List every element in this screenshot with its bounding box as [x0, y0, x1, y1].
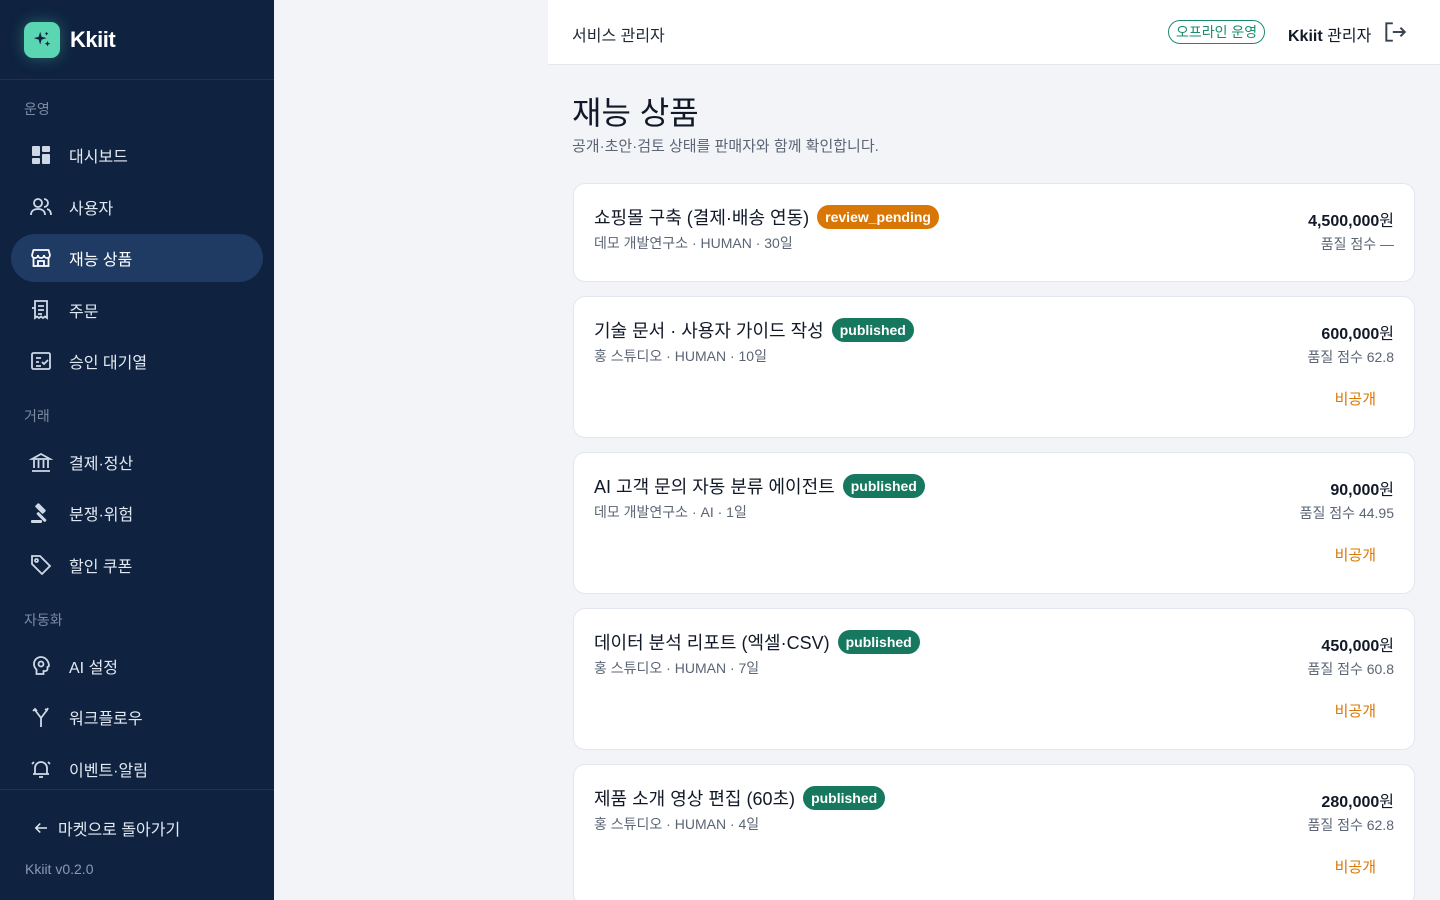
sidebar-item-workflow[interactable]: 워크플로우 — [11, 693, 263, 741]
product-card[interactable]: 쇼핑몰 구축 (결제·배송 연동) review_pending 데모 개발연구… — [573, 183, 1415, 282]
brand-name: Kkiit — [70, 26, 116, 52]
alarm-icon — [28, 756, 54, 782]
quality-score: 품질 점수 62.8 — [1307, 817, 1394, 833]
dashboard-icon — [28, 142, 54, 168]
price-currency: 원 — [1379, 482, 1394, 499]
status-badge: review_pending — [817, 205, 939, 229]
status-badge: published — [803, 786, 886, 810]
product-meta: 데모 개발연구소 · AI · 1일 — [594, 504, 747, 520]
price-value: 4,500,000 — [1308, 213, 1380, 230]
product-price: 600,000원 — [1321, 320, 1394, 344]
status-badge: published — [831, 318, 914, 342]
sidebar-item-users[interactable]: 사용자 — [11, 183, 263, 231]
product-title: 데이터 분석 리포트 (엑셀·CSV) — [594, 633, 830, 653]
sparkles-icon — [24, 21, 60, 58]
product-meta: 홍 스튜디오 · HUMAN · 4일 — [594, 816, 760, 832]
sidebar-item-label: 워크플로우 — [69, 711, 143, 728]
product-card[interactable]: 데이터 분석 리포트 (엑셀·CSV) published 홍 스튜디오 · H… — [573, 608, 1415, 750]
sidebar-item-dashboard[interactable]: 대시보드 — [11, 131, 263, 179]
unpublish-button[interactable]: 비공개 — [1335, 388, 1376, 409]
sidebar-item-label: 결제·정산 — [69, 456, 134, 473]
price-value: 90,000 — [1330, 482, 1380, 499]
page-subtitle: 공개·초안·검토 상태를 판매자와 함께 확인합니다. — [572, 138, 879, 155]
price-currency: 원 — [1379, 638, 1394, 655]
product-title: AI 고객 문의 자동 분류 에이전트 — [594, 477, 835, 497]
mode-badge: 오프라인 운영 — [1168, 20, 1266, 44]
product-card[interactable]: AI 고객 문의 자동 분류 에이전트 published 데모 개발연구소 ·… — [573, 452, 1415, 594]
logout-icon — [1385, 22, 1407, 42]
status-badge: published — [837, 630, 920, 654]
sidebar-item-coupons[interactable]: 할인 쿠폰 — [11, 541, 263, 589]
quality-score: 품질 점수 44.95 — [1299, 505, 1394, 521]
product-title: 기술 문서 · 사용자 가이드 작성 — [594, 321, 824, 341]
product-price: 4,500,000원 — [1308, 207, 1394, 231]
sidebar-item-events[interactable]: 이벤트·알림 — [11, 745, 263, 793]
workflow-icon — [28, 704, 54, 730]
sidebar-item-disputes[interactable]: 분쟁·위험 — [11, 489, 263, 537]
sidebar-divider — [0, 789, 274, 790]
unpublish-button[interactable]: 비공개 — [1335, 700, 1376, 721]
section-label-automation: 자동화 — [24, 612, 63, 628]
admin-role: 관리자 — [1327, 28, 1372, 45]
product-card[interactable]: 기술 문서 · 사용자 가이드 작성 published 홍 스튜디오 · HU… — [573, 296, 1415, 438]
product-title: 쇼핑몰 구축 (결제·배송 연동) — [594, 208, 810, 228]
quality-score: 품질 점수 60.8 — [1307, 661, 1394, 677]
product-price: 280,000원 — [1321, 788, 1394, 812]
unpublish-button[interactable]: 비공개 — [1335, 544, 1376, 565]
storefront-icon — [28, 245, 54, 271]
sidebar-item-label: 재능 상품 — [69, 252, 133, 269]
sidebar-item-ai-settings[interactable]: AI 설정 — [11, 642, 263, 690]
back-link-label: 마켓으로 돌아가기 — [58, 822, 181, 839]
gavel-icon — [28, 500, 54, 526]
sidebar-item-label: 대시보드 — [69, 149, 128, 166]
users-icon — [28, 194, 54, 220]
product-meta: 홍 스튜디오 · HUMAN · 10일 — [594, 348, 767, 364]
sidebar-item-orders[interactable]: 주문 — [11, 286, 263, 334]
price-value: 280,000 — [1321, 794, 1380, 811]
unpublish-button[interactable]: 비공개 — [1335, 856, 1376, 877]
quality-score: 품질 점수 — — [1320, 236, 1394, 252]
tag-icon — [28, 552, 54, 578]
sidebar-item-approval-queue[interactable]: 승인 대기열 — [11, 337, 263, 385]
logout-button[interactable] — [1382, 19, 1408, 45]
status-badge: published — [842, 474, 925, 498]
admin-account: Kkiit 관리자 — [1288, 22, 1371, 46]
price-value: 450,000 — [1321, 638, 1380, 655]
bank-icon — [28, 449, 54, 475]
sidebar: Kkiit 운영 대시보드 사용자 재능 상품 주문 승인 대기열 거래 결제·… — [0, 0, 274, 900]
sidebar-item-label: 이벤트·알림 — [69, 763, 148, 780]
checklist-icon — [28, 348, 54, 374]
admin-brand: Kkiit — [1288, 28, 1323, 45]
header-title: 서비스 관리자 — [572, 28, 665, 45]
sidebar-item-products[interactable]: 재능 상품 — [11, 234, 263, 282]
product-card[interactable]: 제품 소개 영상 편집 (60초) published 홍 스튜디오 · HUM… — [573, 764, 1415, 900]
sidebar-item-label: 분쟁·위험 — [69, 507, 134, 524]
app-version: Kkiit v0.2.0 — [25, 861, 94, 877]
quality-score: 품질 점수 62.8 — [1307, 349, 1394, 365]
sidebar-item-label: 주문 — [69, 304, 99, 321]
ai-settings-icon — [28, 653, 54, 679]
sidebar-item-payments[interactable]: 결제·정산 — [11, 438, 263, 486]
product-meta: 데모 개발연구소 · HUMAN · 30일 — [594, 235, 793, 251]
arrow-left-icon — [34, 822, 47, 834]
receipt-icon — [28, 297, 54, 323]
price-currency: 원 — [1379, 213, 1394, 230]
brand[interactable]: Kkiit — [0, 0, 274, 80]
product-price: 90,000원 — [1330, 476, 1394, 500]
product-price: 450,000원 — [1321, 632, 1394, 656]
sidebar-item-label: 사용자 — [69, 201, 114, 218]
price-currency: 원 — [1379, 794, 1394, 811]
price-currency: 원 — [1379, 326, 1394, 343]
product-meta: 홍 스튜디오 · HUMAN · 7일 — [594, 660, 760, 676]
product-title: 제품 소개 영상 편집 (60초) — [594, 789, 796, 809]
sidebar-item-label: AI 설정 — [69, 660, 119, 677]
sidebar-item-label: 할인 쿠폰 — [69, 559, 133, 576]
section-label-operations: 운영 — [24, 101, 50, 117]
page-title: 재능 상품 — [572, 95, 699, 131]
back-to-market-link[interactable]: 마켓으로 돌아가기 — [32, 816, 180, 840]
price-value: 600,000 — [1321, 326, 1380, 343]
top-bar: 서비스 관리자 오프라인 운영 Kkiit 관리자 — [548, 0, 1440, 65]
section-label-transactions: 거래 — [24, 408, 50, 424]
sidebar-item-label: 승인 대기열 — [69, 355, 148, 372]
